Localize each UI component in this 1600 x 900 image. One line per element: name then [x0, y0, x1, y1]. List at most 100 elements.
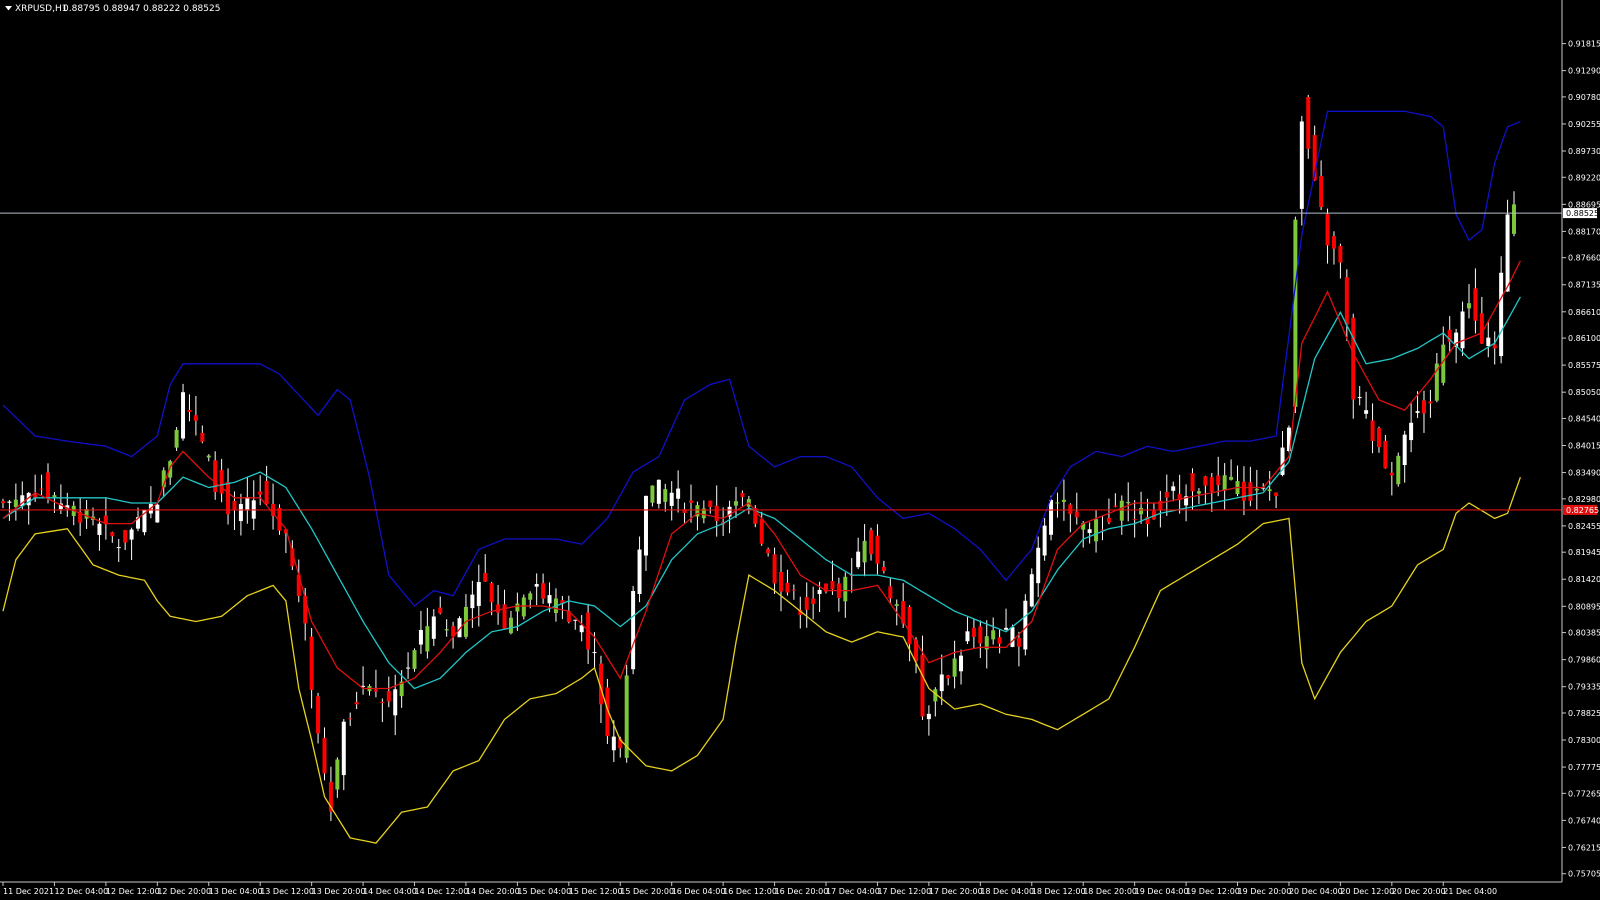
price-tick-label: 0.85575 — [1568, 361, 1600, 370]
time-tick-label: 11 Dec 2021 — [3, 887, 54, 896]
time-tick-label: 12 Dec 04:00 — [54, 887, 108, 896]
candle-body — [1376, 428, 1381, 448]
candle-body — [1203, 476, 1208, 486]
candle-body — [46, 472, 51, 499]
candle-body — [155, 504, 160, 523]
candle-body — [1421, 400, 1426, 414]
price-tick-label: 0.81420 — [1568, 575, 1600, 584]
price-chart[interactable]: 0.91815 0.91290 0.90780 0.90255 0.89730 0.892… — [0, 0, 1600, 900]
price-tick-label: 0.78300 — [1568, 736, 1600, 745]
candle-body — [1119, 500, 1124, 521]
candle-body — [219, 469, 224, 494]
price-tick-label: 0.76740 — [1568, 816, 1600, 825]
price-tick-label: 0.88695 — [1568, 200, 1600, 209]
candle-body — [1010, 627, 1015, 647]
candle-body — [907, 606, 912, 645]
candle-body — [862, 540, 867, 563]
candle-body — [888, 586, 893, 599]
candle-body — [123, 530, 128, 543]
price-tick-label: 0.85050 — [1568, 388, 1600, 397]
candle-body — [1055, 502, 1060, 504]
time-tick-label: 16 Dec 20:00 — [775, 887, 829, 896]
candle-body — [1241, 481, 1246, 501]
candle-body — [97, 523, 102, 535]
time-tick-label: 18 Dec 04:00 — [980, 887, 1034, 896]
candle-body — [1299, 121, 1304, 209]
candle-body — [129, 529, 134, 540]
candle-body — [637, 549, 642, 595]
candle-body — [1139, 507, 1144, 515]
candle-body — [489, 583, 494, 603]
candle-body — [1171, 486, 1176, 491]
candle-body — [380, 701, 385, 704]
candle-body — [1209, 477, 1214, 492]
candle-body — [811, 598, 816, 604]
candle-body — [946, 675, 951, 679]
price-tick-label: 0.76215 — [1568, 843, 1600, 852]
candle-body — [541, 583, 546, 599]
candle-body — [431, 616, 436, 639]
candle-body — [206, 455, 211, 458]
candle-body — [547, 595, 552, 604]
candle-body — [393, 689, 398, 716]
candle-body — [1479, 313, 1484, 344]
price-tick-label: 0.79860 — [1568, 656, 1600, 665]
price-tick-label: 0.75705 — [1568, 870, 1600, 879]
candle-body — [7, 501, 12, 503]
candle-body — [791, 589, 796, 591]
candle-body — [991, 630, 996, 640]
candle-body — [476, 581, 481, 606]
candle-body — [688, 500, 693, 503]
time-tick-label: 13 Dec 04:00 — [209, 887, 263, 896]
candle-body — [515, 603, 520, 612]
candle-body — [830, 580, 835, 590]
candle-body — [1113, 505, 1118, 507]
candle-body — [13, 499, 18, 508]
time-tick-label: 19 Dec 12:00 — [1186, 887, 1240, 896]
candle-body — [759, 518, 764, 544]
candle-body — [971, 627, 976, 637]
candle-body — [193, 415, 198, 421]
price-tick-label: 0.91815 — [1568, 40, 1600, 49]
candle-body — [232, 500, 237, 511]
candle-body — [881, 566, 886, 571]
candle-body — [926, 713, 931, 720]
candle-body — [1505, 214, 1510, 292]
candle-body — [1325, 214, 1330, 246]
ohlc-values: 0.88795 0.88947 0.88222 0.88525 — [63, 4, 220, 14]
candle-body — [1402, 434, 1407, 466]
time-tick-label: 16 Dec 12:00 — [723, 887, 777, 896]
candle-body — [354, 701, 359, 705]
candle-body — [1499, 272, 1504, 357]
candle-body — [1248, 482, 1253, 501]
candle-body — [1409, 422, 1414, 441]
candle-body — [656, 479, 661, 504]
time-tick-label: 17 Dec 04:00 — [826, 887, 880, 896]
price-tick-label: 0.82455 — [1568, 522, 1600, 531]
price-tick-label: 0.87660 — [1568, 254, 1600, 263]
price-tick-label: 0.84540 — [1568, 414, 1600, 423]
time-tick-label: 14 Dec 04:00 — [363, 887, 417, 896]
candle-body — [1319, 175, 1324, 208]
candle-body — [1293, 219, 1298, 407]
time-tick-label: 20 Dec 12:00 — [1340, 887, 1394, 896]
candle-body — [264, 480, 269, 505]
time-tick-label: 12 Dec 20:00 — [157, 887, 211, 896]
candle-body — [1049, 500, 1054, 535]
candle-body — [714, 505, 719, 521]
candle-body — [965, 631, 970, 642]
candle-body — [1106, 517, 1111, 523]
candle-body — [740, 492, 745, 498]
candle-body — [611, 736, 616, 751]
candle-body — [1126, 501, 1131, 504]
candle-body — [1004, 627, 1009, 630]
candle-body — [386, 691, 391, 702]
candle-body — [1512, 204, 1516, 234]
candle-body — [1389, 472, 1394, 476]
candle-body — [470, 594, 475, 609]
candle-body — [1216, 475, 1221, 486]
time-tick-label: 18 Dec 12:00 — [1032, 887, 1086, 896]
time-tick-label: 19 Dec 04:00 — [1135, 887, 1189, 896]
candle-body — [1306, 97, 1311, 149]
time-tick-label: 20 Dec 04:00 — [1289, 887, 1343, 896]
